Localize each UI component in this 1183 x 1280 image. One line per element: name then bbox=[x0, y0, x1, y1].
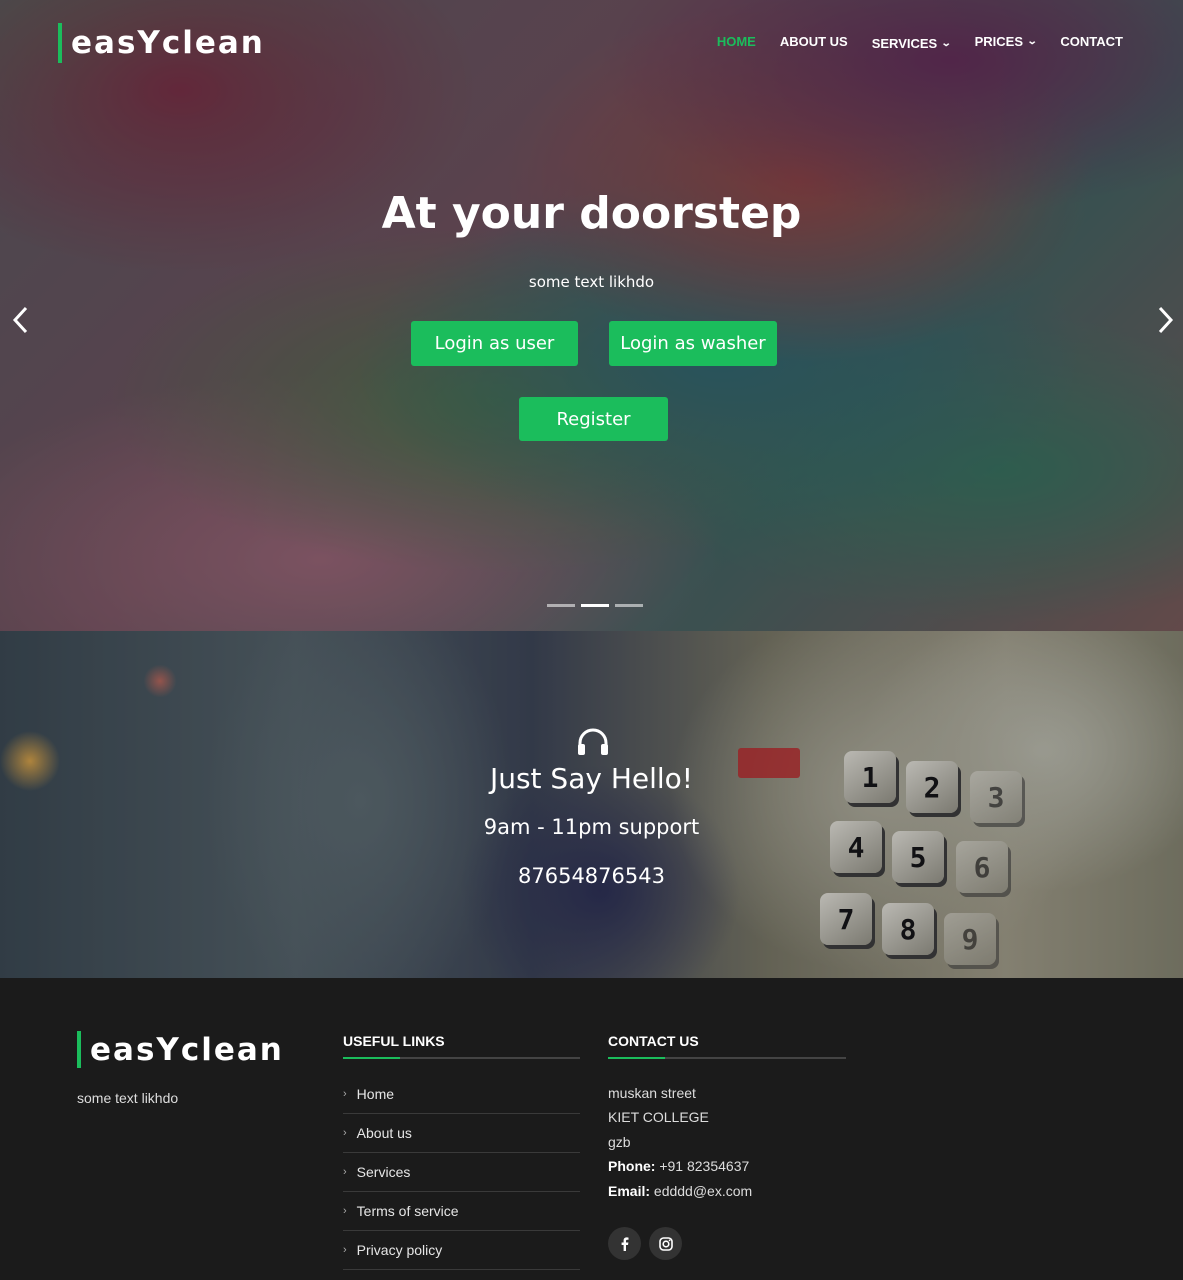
footer-brand-logo[interactable]: easYclean bbox=[77, 1031, 284, 1068]
carousel-indicator-active[interactable] bbox=[581, 604, 609, 607]
chevron-down-icon: ⌄ bbox=[1026, 36, 1038, 47]
footer-link-label: Privacy policy bbox=[356, 1242, 443, 1258]
instagram-icon bbox=[658, 1236, 673, 1251]
contact-us-heading: CONTACT US bbox=[608, 1033, 699, 1049]
support-phone[interactable]: 87654876543 bbox=[0, 864, 1183, 888]
nav-about[interactable]: ABOUT US bbox=[780, 32, 848, 51]
footer-link-label: About us bbox=[356, 1125, 412, 1141]
chevron-left-icon bbox=[12, 306, 28, 334]
footer-about-text: some text likhdo bbox=[77, 1090, 179, 1106]
chevron-right-icon: › bbox=[343, 1088, 347, 1100]
instagram-button[interactable] bbox=[649, 1227, 682, 1260]
nav-home[interactable]: HOME bbox=[717, 32, 756, 51]
support-title: Just Say Hello! bbox=[489, 762, 694, 795]
support-section: 1 2 3 4 5 6 7 8 9 bbox=[0, 631, 1183, 978]
nav-prices[interactable]: PRICES ⌄ bbox=[974, 32, 1038, 51]
chevron-right-icon bbox=[1158, 306, 1174, 334]
chevron-right-icon: › bbox=[343, 1205, 347, 1217]
hero-title: At your doorstep bbox=[381, 188, 802, 239]
login-washer-button[interactable]: Login as washer bbox=[609, 321, 777, 366]
nav-contact[interactable]: CONTACT bbox=[1060, 32, 1123, 51]
chevron-right-icon: › bbox=[343, 1166, 347, 1178]
nav-prices-label: PRICES bbox=[974, 34, 1024, 49]
carousel-next-button[interactable] bbox=[1151, 300, 1181, 340]
site-footer: easYclean some text likhdo USEFUL LINKS … bbox=[0, 978, 1183, 1280]
footer-link-privacy[interactable]: › Privacy policy bbox=[343, 1231, 580, 1270]
nav-services-label: SERVICES bbox=[871, 36, 938, 51]
hero-carousel: easYclean HOME ABOUT US SERVICES ⌄ PRICE… bbox=[0, 0, 1183, 631]
footer-link-label: Home bbox=[356, 1086, 395, 1102]
phone-label: Phone: bbox=[608, 1158, 656, 1175]
logo-accent-bar bbox=[58, 23, 62, 63]
carousel-prev-button[interactable] bbox=[5, 300, 35, 340]
main-nav: HOME ABOUT US SERVICES ⌄ PRICES ⌄ CONTAC… bbox=[693, 32, 1123, 51]
address-line: muskan street bbox=[608, 1085, 696, 1101]
chevron-right-icon: › bbox=[343, 1127, 347, 1139]
email-line: Email: edddd@ex.com bbox=[608, 1179, 752, 1203]
headset-icon bbox=[578, 728, 608, 755]
support-hours: 9am - 11pm support bbox=[483, 815, 700, 839]
register-button[interactable]: Register bbox=[519, 397, 668, 441]
footer-link-about[interactable]: › About us bbox=[343, 1114, 580, 1153]
facebook-icon bbox=[621, 1236, 628, 1251]
carousel-indicators bbox=[547, 604, 643, 607]
footer-link-home[interactable]: › Home bbox=[343, 1075, 580, 1114]
contact-details: muskan street KIET COLLEGE gzb Phone: +9… bbox=[608, 1081, 752, 1203]
email-label: Email: bbox=[608, 1182, 651, 1199]
address-line: gzb bbox=[608, 1133, 631, 1150]
brand-name: easYclean bbox=[71, 25, 265, 61]
carousel-indicator[interactable] bbox=[547, 604, 575, 607]
footer-link-label: Services bbox=[356, 1164, 411, 1180]
brand-logo[interactable]: easYclean bbox=[58, 23, 265, 63]
carousel-indicator[interactable] bbox=[615, 604, 643, 607]
logo-accent-bar bbox=[77, 1031, 81, 1068]
facebook-button[interactable] bbox=[608, 1227, 641, 1260]
footer-link-services[interactable]: › Services bbox=[343, 1153, 580, 1192]
phone-value[interactable]: +91 82354637 bbox=[659, 1158, 749, 1174]
hero-overlay bbox=[0, 0, 1183, 631]
email-value[interactable]: edddd@ex.com bbox=[654, 1183, 752, 1199]
contact-us-divider bbox=[608, 1057, 846, 1059]
footer-brand-name: easYclean bbox=[90, 1031, 284, 1068]
footer-link-label: Terms of service bbox=[356, 1203, 459, 1219]
useful-links-list: › Home › About us › Services › Terms of serv… bbox=[343, 1075, 580, 1270]
address-line: KIET COLLEGE bbox=[608, 1109, 709, 1126]
footer-link-terms[interactable]: › Terms of service bbox=[343, 1192, 580, 1231]
useful-links-divider bbox=[343, 1057, 580, 1059]
chevron-down-icon: ⌄ bbox=[940, 38, 952, 49]
support-overlay bbox=[0, 631, 1183, 978]
chevron-right-icon: › bbox=[343, 1244, 347, 1256]
nav-services[interactable]: SERVICES ⌄ bbox=[871, 36, 952, 51]
phone-line: Phone: +91 82354637 bbox=[608, 1154, 752, 1178]
login-user-button[interactable]: Login as user bbox=[411, 321, 578, 366]
hero-subtitle: some text likhdo bbox=[528, 273, 655, 291]
useful-links-heading: USEFUL LINKS bbox=[343, 1033, 445, 1049]
